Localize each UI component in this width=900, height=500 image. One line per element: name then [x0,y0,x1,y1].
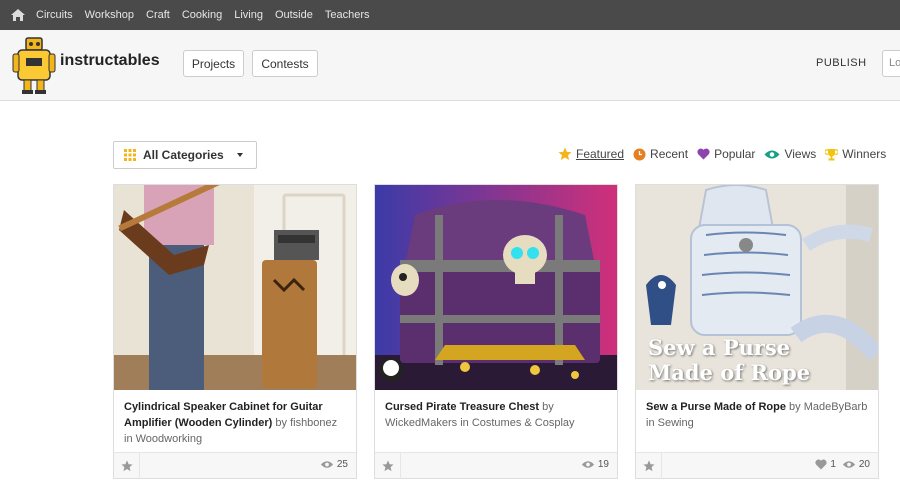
project-author[interactable]: WickedMakers [385,417,457,429]
eye-icon [581,461,595,468]
nav-living[interactable]: Living [234,9,263,21]
project-info: Sew a Purse Made of Rope by MadeByBarb i… [646,401,868,429]
project-author[interactable]: MadeByBarb [804,401,868,413]
top-navigation-bar: Circuits Workshop Craft Cooking Living O… [0,0,900,30]
chevron-down-icon [237,153,243,157]
project-thumbnail[interactable]: Sew a Purse Made of Rope [636,185,878,390]
nav-cooking[interactable]: Cooking [182,9,222,21]
clock-icon [633,148,646,160]
eye-icon [764,150,780,158]
heart-icon [697,148,710,160]
project-card[interactable]: Cursed Pirate Treasure Chest by WickedMa… [374,184,618,479]
project-thumbnail[interactable] [114,185,356,390]
project-category[interactable]: Sewing [658,417,694,429]
brand-name[interactable]: instructables [60,52,160,70]
project-title[interactable]: Sew a Purse Made of Rope [646,401,786,413]
publish-link[interactable]: PUBLISH [816,57,867,69]
image-overlay-title: Sew a Purse Made of Rope [648,335,811,385]
project-info: Cylindrical Speaker Cabinet for Guitar A… [124,401,338,445]
sort-views[interactable]: Views [764,147,816,161]
projects-button[interactable]: Projects [183,50,244,77]
view-count: 19 [597,459,609,470]
nav-teachers[interactable]: Teachers [325,9,370,21]
favorite-count: 1 [830,459,836,470]
eye-icon [842,461,856,468]
view-count: 20 [858,459,870,470]
eye-icon [320,461,334,468]
favorite-button[interactable] [636,453,662,479]
robot-logo-icon[interactable] [12,36,56,96]
card-footer: 1 20 [636,452,878,479]
star-icon [381,460,394,472]
star-icon [120,460,133,472]
view-stats: 25 [314,459,348,470]
trophy-icon [825,148,839,160]
card-footer: 25 [114,452,356,479]
project-author[interactable]: fishbonez [290,417,337,429]
contests-button[interactable]: Contests [252,50,318,77]
project-info: Cursed Pirate Treasure Chest by WickedMa… [385,401,575,429]
sort-winners[interactable]: Winners [825,147,886,161]
star-icon [558,147,572,160]
sort-popular[interactable]: Popular [697,147,755,161]
project-card[interactable]: Cylindrical Speaker Cabinet for Guitar A… [113,184,357,479]
star-icon [642,460,655,472]
category-dropdown[interactable]: All Categories [113,141,257,169]
sort-recent[interactable]: Recent [633,147,688,161]
nav-craft[interactable]: Craft [146,9,170,21]
category-label: All Categories [143,148,224,162]
project-category[interactable]: Woodworking [136,433,202,445]
sort-featured[interactable]: Featured [558,147,624,161]
heart-icon [815,459,827,470]
view-stats: 19 [575,459,609,470]
card-stats: 1 20 [809,459,870,470]
view-count: 25 [336,459,348,470]
project-thumbnail[interactable] [375,185,617,390]
grid-icon [124,149,136,161]
card-footer: 19 [375,452,617,479]
sort-options: Featured Recent Popular Views Winners [558,147,895,161]
login-button[interactable]: Lo [882,50,900,77]
home-icon[interactable] [10,7,26,23]
site-header: instructables Projects Contests PUBLISH … [0,30,900,101]
nav-circuits[interactable]: Circuits [36,9,73,21]
project-title[interactable]: Cursed Pirate Treasure Chest [385,401,539,413]
nav-workshop[interactable]: Workshop [85,9,134,21]
favorite-button[interactable] [114,453,140,479]
nav-outside[interactable]: Outside [275,9,313,21]
favorite-button[interactable] [375,453,401,479]
project-card[interactable]: Sew a Purse Made of Rope Sew a Purse Mad… [635,184,879,479]
project-category[interactable]: Costumes & Cosplay [472,417,575,429]
